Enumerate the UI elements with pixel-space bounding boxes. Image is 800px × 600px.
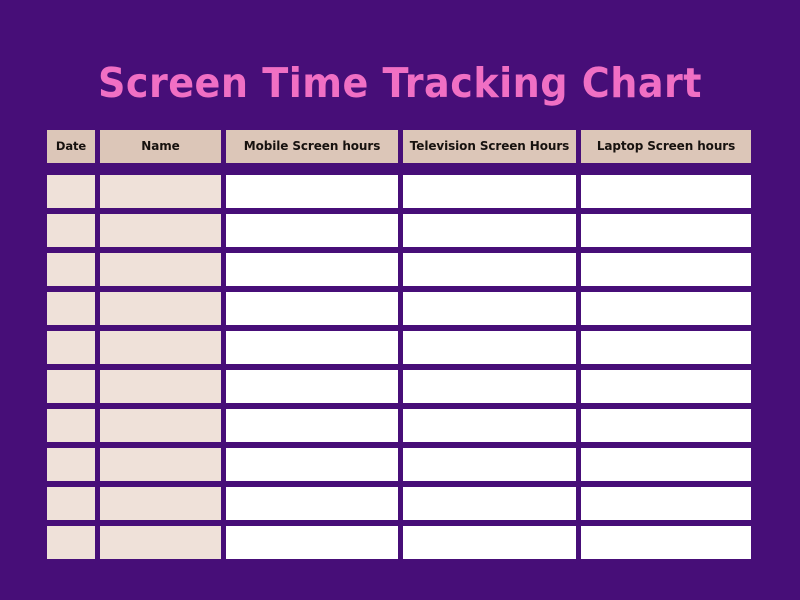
table-cell-laptop[interactable] [581,175,751,208]
table-cell-mobile[interactable] [226,409,398,442]
table-cell-date[interactable] [47,292,95,325]
table-header-row: Date Name Mobile Screen hours Television… [47,130,751,163]
table-row [47,175,751,208]
table-cell-date[interactable] [47,253,95,286]
table-cell-mobile[interactable] [226,487,398,520]
table-cell-name[interactable] [100,214,221,247]
table-cell-television[interactable] [403,409,576,442]
table-cell-name[interactable] [100,331,221,364]
table-cell-date[interactable] [47,331,95,364]
table-row [47,253,751,286]
table-cell-television[interactable] [403,487,576,520]
table-cell-date[interactable] [47,526,95,559]
table-row [47,331,751,364]
table-cell-mobile[interactable] [226,253,398,286]
table-cell-laptop[interactable] [581,370,751,403]
table-cell-television[interactable] [403,175,576,208]
table-row [47,409,751,442]
table-cell-name[interactable] [100,292,221,325]
table-cell-name[interactable] [100,175,221,208]
table-cell-television[interactable] [403,214,576,247]
table-cell-television[interactable] [403,370,576,403]
table-cell-laptop[interactable] [581,253,751,286]
table-row [47,487,751,520]
table-cell-name[interactable] [100,370,221,403]
table-cell-television[interactable] [403,448,576,481]
table-cell-laptop[interactable] [581,214,751,247]
table-cell-mobile[interactable] [226,175,398,208]
table-row [47,370,751,403]
page-title: Screen Time Tracking Chart [97,59,703,107]
table-cell-laptop[interactable] [581,292,751,325]
table-cell-laptop[interactable] [581,526,751,559]
table-cell-date[interactable] [47,448,95,481]
table-cell-name[interactable] [100,409,221,442]
table-cell-name[interactable] [100,526,221,559]
table-cell-date[interactable] [47,409,95,442]
table-cell-date[interactable] [47,175,95,208]
table-cell-television[interactable] [403,331,576,364]
column-header-date: Date [47,130,95,163]
screen-time-table: Date Name Mobile Screen hours Television… [47,130,751,559]
column-header-television-screen-hours: Television Screen Hours [403,130,576,163]
table-cell-name[interactable] [100,448,221,481]
column-header-mobile-screen-hours: Mobile Screen hours [226,130,398,163]
table-cell-television[interactable] [403,526,576,559]
table-row [47,214,751,247]
table-cell-laptop[interactable] [581,331,751,364]
table-cell-date[interactable] [47,214,95,247]
table-cell-mobile[interactable] [226,448,398,481]
table-cell-name[interactable] [100,487,221,520]
column-header-laptop-screen-hours: Laptop Screen hours [581,130,751,163]
table-cell-television[interactable] [403,253,576,286]
table-row [47,448,751,481]
screen-time-tracking-page: Screen Time Tracking Chart Date Name Mob… [0,0,800,600]
table-cell-mobile[interactable] [226,214,398,247]
table-cell-date[interactable] [47,370,95,403]
table-cell-mobile[interactable] [226,526,398,559]
table-row [47,292,751,325]
table-cell-television[interactable] [403,292,576,325]
table-body [47,175,751,559]
column-header-name: Name [100,130,221,163]
table-cell-date[interactable] [47,487,95,520]
table-cell-laptop[interactable] [581,487,751,520]
table-cell-laptop[interactable] [581,409,751,442]
table-cell-mobile[interactable] [226,331,398,364]
table-cell-name[interactable] [100,253,221,286]
table-row [47,526,751,559]
table-cell-mobile[interactable] [226,370,398,403]
table-cell-laptop[interactable] [581,448,751,481]
table-cell-mobile[interactable] [226,292,398,325]
